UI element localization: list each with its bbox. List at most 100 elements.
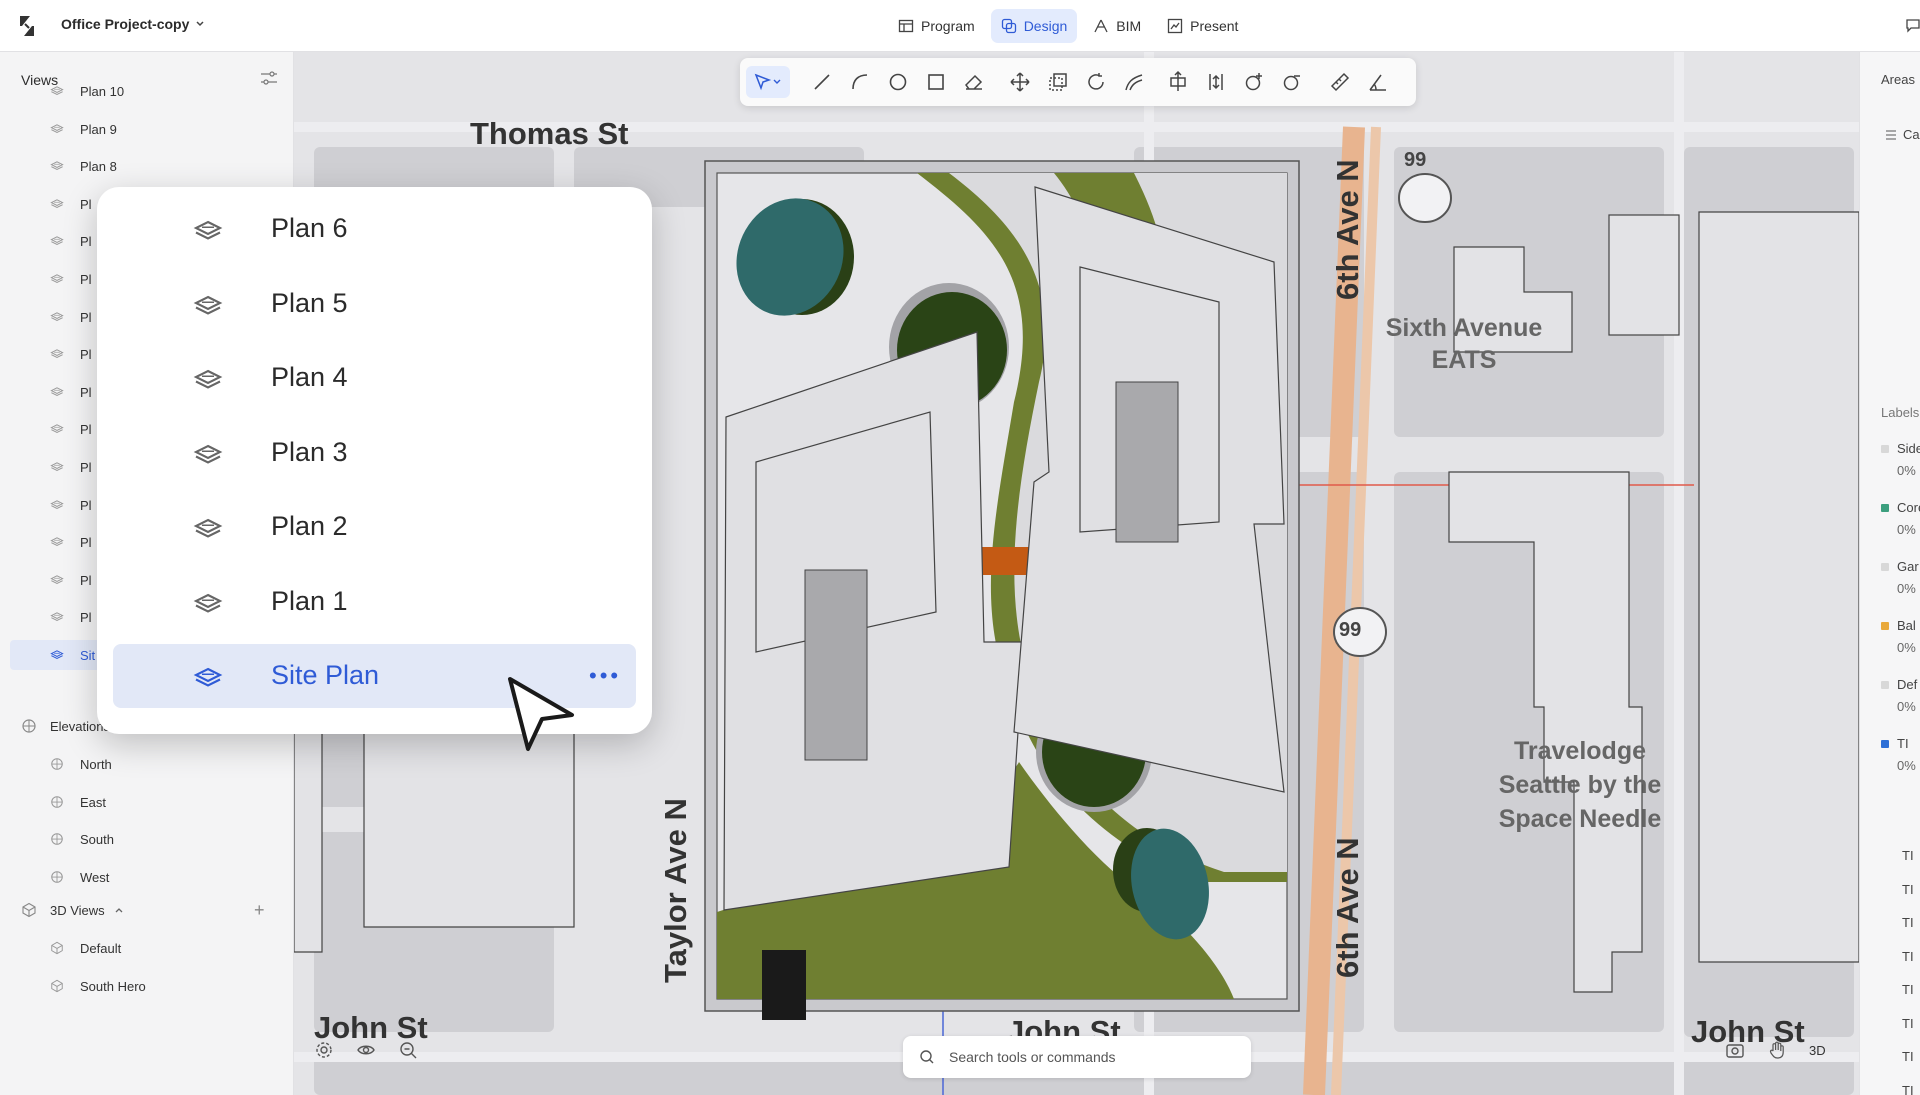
present-icon — [1167, 18, 1183, 34]
arc-tool-button[interactable] — [848, 70, 872, 94]
canvas-controls-right: 3D — [1725, 1040, 1826, 1060]
sidebar-plan-label: Pl — [80, 347, 92, 363]
camera-icon[interactable] — [1725, 1040, 1745, 1060]
popup-plan-item[interactable]: Plan 1 — [113, 570, 636, 634]
sidebar-elevation-item[interactable]: North — [10, 749, 284, 779]
distribute-tool-button[interactable] — [1204, 70, 1228, 94]
eraser-tool-button[interactable] — [962, 70, 986, 94]
sidebar-elevation-item[interactable]: South — [10, 824, 284, 854]
tab-bim[interactable]: BIM — [1083, 9, 1151, 43]
circle-tool-button[interactable] — [886, 70, 910, 94]
pointer-icon — [754, 73, 782, 91]
highway-label-top: 99 — [1404, 149, 1427, 171]
sidebar-plan-label: Pl — [80, 384, 92, 400]
offset-tool-button[interactable] — [1122, 70, 1146, 94]
sidebar-plan-item[interactable]: Plan 9 — [10, 114, 284, 144]
label-entry-name[interactable]: Def — [1897, 677, 1917, 692]
rotate-icon — [1084, 70, 1108, 94]
group-3d-views[interactable]: 3D Views — [0, 895, 293, 925]
popup-plan-item[interactable]: Plan 2 — [113, 495, 636, 559]
label-entry-percent: 0% — [1897, 640, 1916, 655]
label-entry-name[interactable]: Gar — [1897, 559, 1919, 574]
popup-plan-item[interactable]: Plan 4 — [113, 346, 636, 410]
layers-icon — [50, 498, 64, 512]
copy-tool-button[interactable] — [1046, 70, 1070, 94]
ti-row[interactable]: TI — [1902, 882, 1914, 897]
eye-icon[interactable] — [356, 1040, 376, 1060]
angle-tool-button[interactable] — [1366, 70, 1390, 94]
area-list-item[interactable]: Ca — [1903, 127, 1920, 142]
ti-row[interactable]: TI — [1902, 982, 1914, 997]
move-tool-button[interactable] — [1008, 70, 1032, 94]
sidebar-elevation-item[interactable]: West — [10, 862, 284, 892]
search-icon — [919, 1049, 935, 1065]
ti-row[interactable]: TI — [1902, 1016, 1914, 1031]
popup-plan-item[interactable]: Plan 3 — [113, 421, 636, 485]
areas-tab[interactable]: Areas — [1881, 72, 1915, 87]
measure-tool-button[interactable] — [1328, 70, 1352, 94]
label-entry-name[interactable]: Core — [1897, 500, 1920, 515]
design-icon — [1001, 18, 1017, 34]
add-view-button[interactable]: + — [254, 900, 265, 921]
zoom-icon[interactable] — [398, 1040, 418, 1060]
move-icon — [1008, 70, 1032, 94]
select-tool-button[interactable] — [746, 66, 790, 98]
sidebar-elevation-item[interactable]: East — [10, 787, 284, 817]
sidebar-3d-view-item[interactable]: South Hero — [10, 971, 284, 1001]
label-color-swatch — [1881, 445, 1889, 453]
remove-point-tool-button[interactable] — [1280, 70, 1304, 94]
add-point-tool-button[interactable] — [1242, 70, 1266, 94]
tab-present[interactable]: Present — [1157, 9, 1248, 43]
layers-icon — [193, 514, 223, 544]
circle-icon — [886, 70, 910, 94]
popup-plan-item[interactable]: Plan 5 — [113, 272, 636, 336]
sidebar-plan-label: Pl — [80, 309, 92, 325]
poi-sixth-eats-line1: Sixth Avenue — [1385, 314, 1543, 342]
more-options-button[interactable]: ••• — [589, 665, 621, 687]
sidebar-elevation-label: North — [80, 757, 112, 772]
view-3d-button[interactable]: 3D — [1809, 1043, 1826, 1058]
search-input[interactable] — [949, 1036, 1239, 1078]
app-logo-icon[interactable] — [16, 14, 38, 38]
tab-program[interactable]: Program — [888, 9, 985, 43]
hand-icon[interactable] — [1767, 1040, 1787, 1060]
ti-row[interactable]: TI — [1902, 1083, 1914, 1095]
label-entry-percent: 0% — [1897, 463, 1916, 478]
layers-icon — [50, 460, 64, 474]
label-entry-name[interactable]: Side — [1897, 441, 1920, 456]
ti-row[interactable]: TI — [1902, 848, 1914, 863]
rotate-tool-button[interactable] — [1084, 70, 1108, 94]
command-search — [903, 1036, 1251, 1078]
label-entry-percent: 0% — [1897, 522, 1916, 537]
list-icon — [1885, 129, 1897, 141]
label-color-swatch — [1881, 740, 1889, 748]
popup-plan-item[interactable]: Plan 6 — [113, 197, 636, 261]
rectangle-tool-button[interactable] — [924, 70, 948, 94]
tab-program-label: Program — [921, 18, 975, 34]
ti-row[interactable]: TI — [1902, 915, 1914, 930]
street-label-6th-top: 6th Ave N — [1330, 159, 1365, 300]
align-tool-button[interactable] — [1166, 70, 1190, 94]
elevation-icon — [50, 870, 64, 884]
sidebar-3d-view-item[interactable]: Default — [10, 933, 284, 963]
label-entry-name[interactable]: Bal — [1897, 618, 1916, 633]
ti-row[interactable]: TI — [1902, 949, 1914, 964]
layers-icon — [193, 440, 223, 470]
label-entry-name[interactable]: TI — [1897, 736, 1909, 751]
sidebar-plan-item[interactable]: Plan 10 — [10, 76, 284, 106]
elevation-icon — [50, 757, 64, 771]
cube-icon — [21, 902, 37, 918]
sidebar-plan-item[interactable]: Plan 8 — [10, 151, 284, 181]
settings-icon[interactable] — [314, 1040, 334, 1060]
poi-travelodge: Travelodge Seattle by the Space Needle — [1490, 734, 1670, 836]
ti-row[interactable]: TI — [1902, 1049, 1914, 1064]
project-name: Office Project-copy — [61, 16, 190, 32]
line-tool-button[interactable] — [810, 70, 834, 94]
poi-sixth-avenue-eats: Sixth Avenue EATS — [1374, 312, 1554, 376]
project-selector[interactable]: Office Project-copy — [61, 16, 205, 32]
comment-icon[interactable] — [1905, 17, 1920, 33]
poi-travelodge-line3: Space Needle — [1498, 805, 1662, 833]
tab-design[interactable]: Design — [990, 9, 1078, 43]
bim-icon — [1093, 18, 1109, 34]
layers-icon — [50, 347, 64, 361]
